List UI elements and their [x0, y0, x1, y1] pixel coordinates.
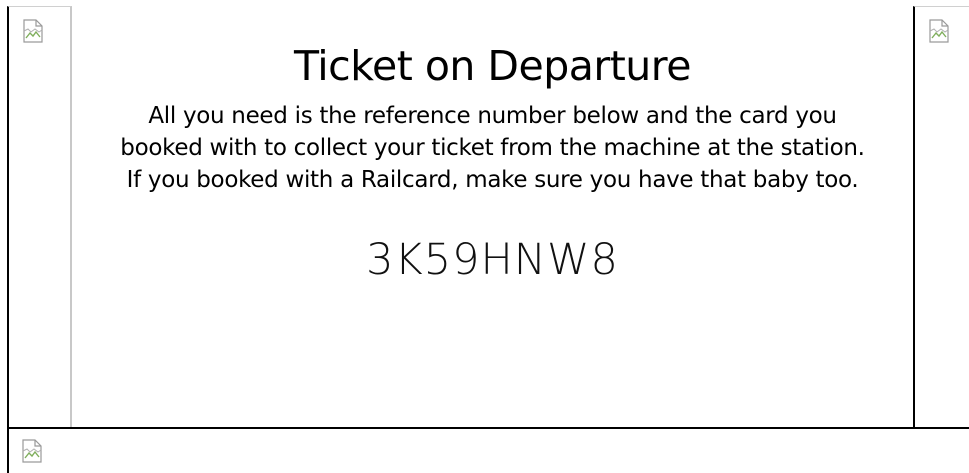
right-image-placeholder: [913, 6, 969, 427]
broken-image-icon: [22, 439, 42, 463]
page-title: Ticket on Departure: [294, 42, 691, 90]
bottom-image-placeholder: [7, 427, 969, 473]
collection-instructions: All you need is the reference number bel…: [120, 103, 865, 193]
ticket-on-departure-panel: Ticket on Departure All you need is the …: [72, 6, 913, 427]
broken-image-icon: [23, 19, 43, 43]
reference-number: 3K59HNW8: [366, 235, 619, 285]
broken-image-icon: [929, 19, 949, 43]
left-image-placeholder: [7, 6, 72, 427]
